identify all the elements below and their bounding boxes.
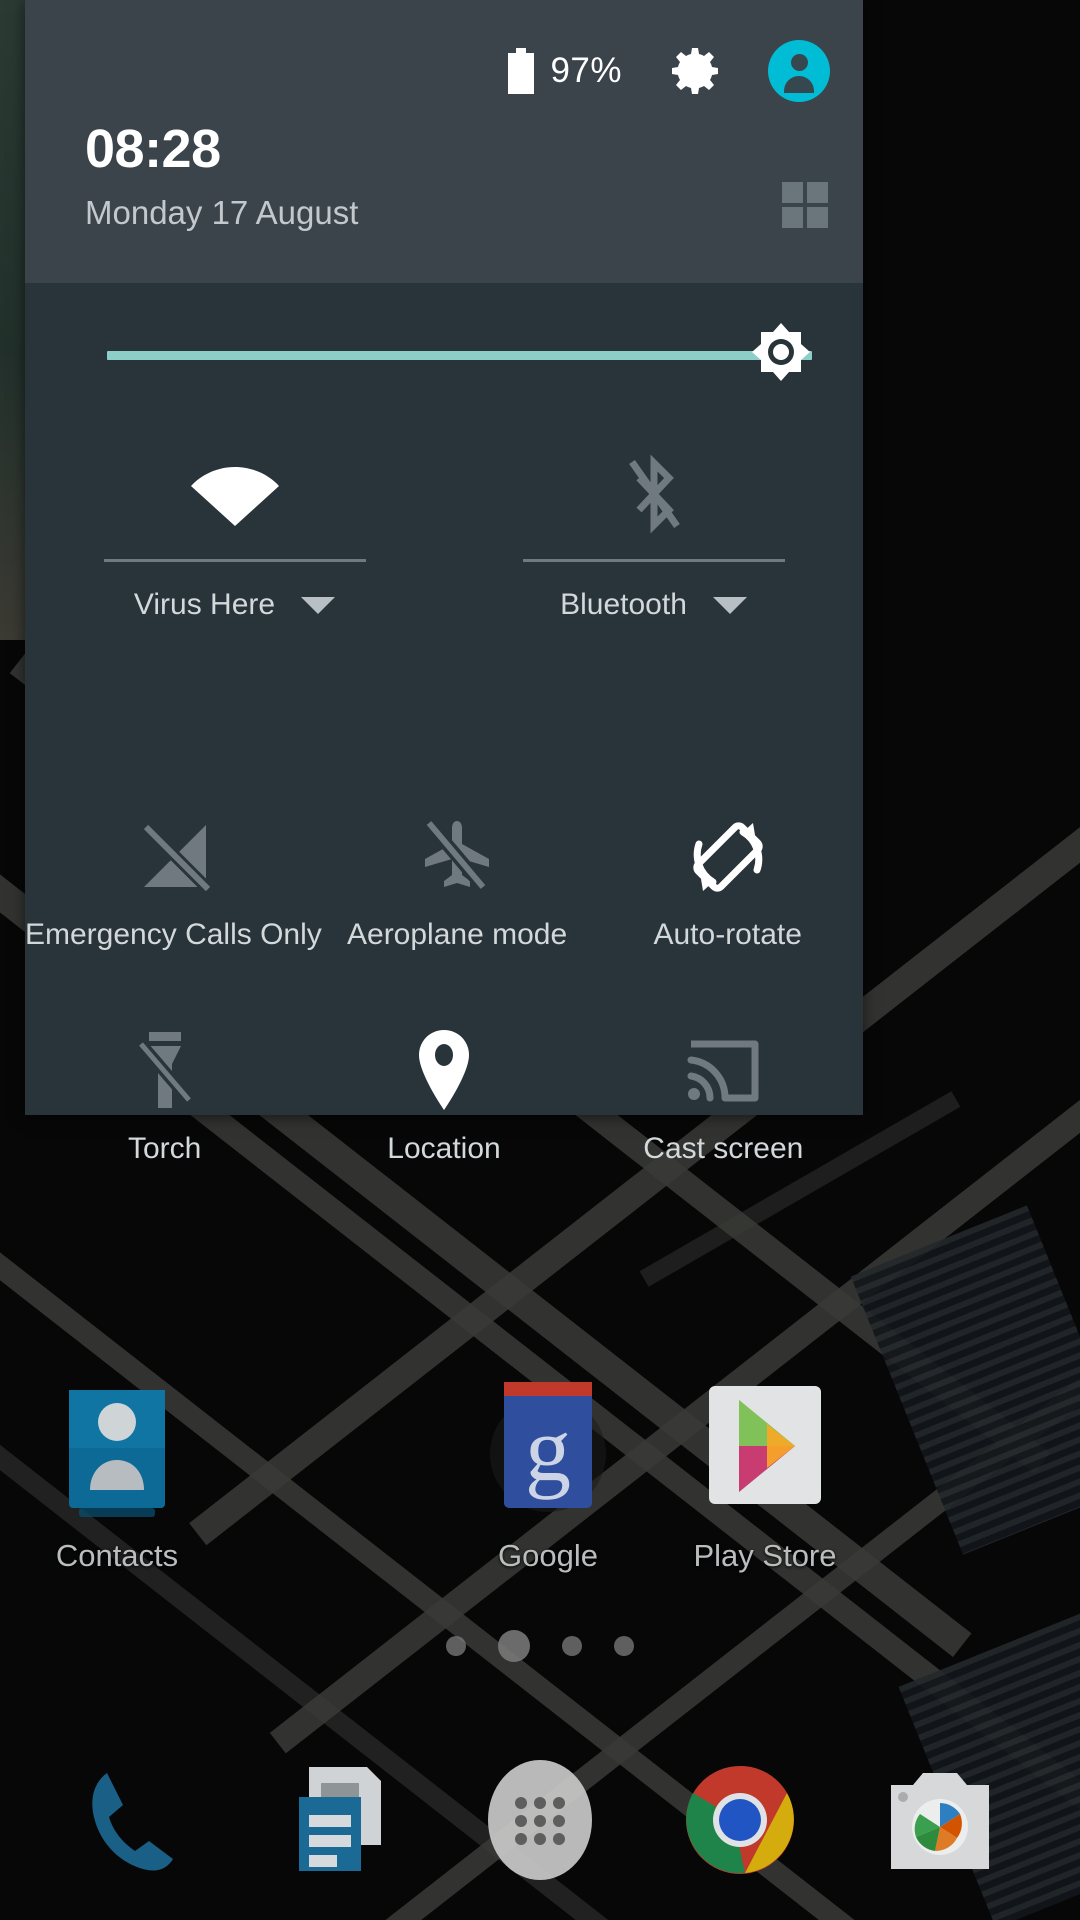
airplane-label: Aeroplane mode [347, 918, 568, 951]
battery-full-icon [508, 48, 535, 94]
location-pin-icon [413, 1030, 475, 1110]
clock-time[interactable]: 08:28 [85, 122, 221, 176]
qs-tile-location[interactable]: Location [304, 1030, 583, 1166]
flashlight-off-icon [133, 1032, 197, 1110]
wifi-ssid-label: Virus Here [133, 588, 276, 621]
page-dot[interactable] [614, 1636, 634, 1656]
screen-rotation-icon [685, 818, 771, 896]
airplane-off-icon [417, 818, 497, 896]
chrome-icon [686, 1765, 794, 1874]
gear-icon[interactable] [670, 45, 722, 97]
page-dot-active[interactable] [498, 1630, 530, 1662]
dock-phone[interactable] [65, 1745, 215, 1895]
dock-chrome[interactable] [665, 1745, 815, 1895]
bluetooth-disabled-icon [619, 454, 689, 534]
chevron-down-icon[interactable] [712, 596, 747, 614]
app-playstore[interactable]: Play Store [665, 1380, 865, 1574]
dock-messaging[interactable] [265, 1745, 415, 1895]
brightness-sun-icon[interactable] [748, 323, 814, 389]
page-dot[interactable] [562, 1636, 582, 1656]
location-label: Location [387, 1132, 501, 1165]
tile-divider [103, 559, 366, 562]
clock-date[interactable]: Monday 17 August [85, 194, 358, 232]
page-dot[interactable] [446, 1636, 466, 1656]
brightness-track[interactable] [107, 351, 812, 360]
google-icon: g [476, 1380, 620, 1524]
app-google[interactable]: g Google [448, 1380, 648, 1574]
cast-screen-icon [681, 1032, 765, 1110]
grid-2x2-icon[interactable] [782, 182, 828, 228]
bluetooth-label: Bluetooth [560, 588, 687, 621]
wifi-full-icon [189, 455, 281, 533]
autorotate-label: Auto-rotate [653, 918, 802, 951]
app-drawer-icon [488, 1760, 592, 1880]
chevron-down-icon[interactable] [301, 596, 336, 614]
quick-settings-panel: 97% 08:28 Monday 17 August Virus Here Bl… [25, 0, 863, 1165]
app-label: Google [498, 1538, 598, 1573]
torch-label: Torch [127, 1132, 202, 1165]
playstore-icon [693, 1380, 837, 1524]
qs-tile-wifi[interactable]: Virus Here [25, 455, 444, 622]
contacts-icon [45, 1380, 189, 1524]
cellular-label: Emergency Calls Only [25, 918, 322, 951]
qs-tile-airplane[interactable]: Aeroplane mode [322, 818, 593, 952]
qs-tile-torch[interactable]: Torch [25, 1032, 304, 1166]
tile-divider [522, 559, 785, 562]
dock-app-drawer[interactable] [465, 1745, 615, 1895]
qs-tile-bluetooth[interactable]: Bluetooth [444, 454, 863, 622]
messaging-icon [299, 1767, 381, 1871]
qs-tile-cast[interactable]: Cast screen [584, 1032, 863, 1166]
app-label: Play Store [693, 1538, 837, 1573]
qs-tile-row-3: Torch Location Cast screen [25, 1030, 863, 1166]
brightness-slider[interactable] [25, 283, 863, 453]
app-contacts[interactable]: Contacts [17, 1380, 217, 1574]
qs-tile-autorotate[interactable]: Auto-rotate [592, 818, 863, 952]
camera-icon [891, 1773, 989, 1869]
battery-percent: 97% [550, 51, 622, 90]
qs-tile-row-1: Virus Here Bluetooth [25, 454, 863, 622]
qs-header: 97% 08:28 Monday 17 August [25, 0, 863, 283]
svg-text:g: g [525, 1398, 571, 1500]
signal-off-icon [130, 818, 216, 896]
phone-icon [92, 1773, 173, 1871]
page-indicator [0, 1630, 1080, 1662]
qs-tile-row-2: Emergency Calls Only Aeroplane mode Auto… [25, 818, 863, 952]
user-avatar-icon[interactable] [768, 40, 830, 102]
app-label: Contacts [55, 1538, 179, 1573]
status-bar: 97% [508, 40, 830, 102]
qs-tile-cellular[interactable]: Emergency Calls Only [25, 818, 322, 952]
dock-camera[interactable] [865, 1745, 1015, 1895]
cast-label: Cast screen [643, 1132, 804, 1165]
dock [0, 1720, 1080, 1920]
